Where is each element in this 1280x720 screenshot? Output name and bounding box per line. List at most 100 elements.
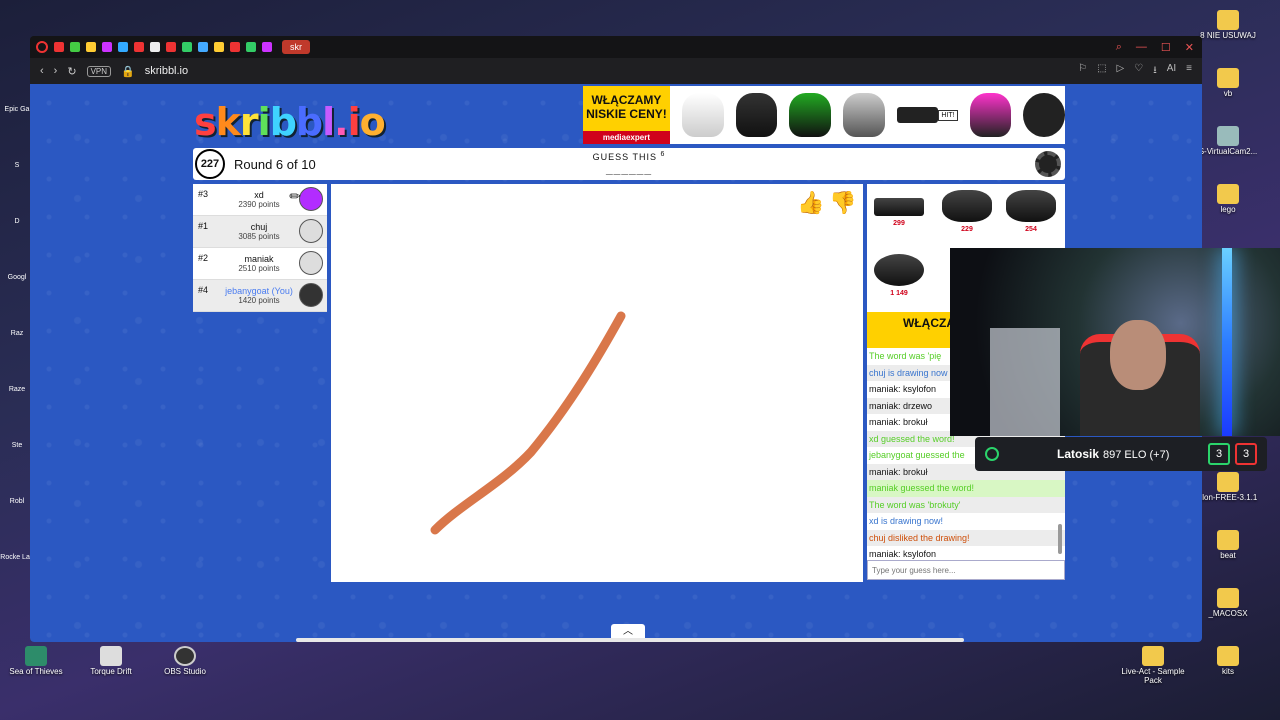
- back-icon[interactable]: ‹: [40, 65, 44, 77]
- ad-product: 1 149: [871, 254, 927, 297]
- tab-favicon-icon[interactable]: [182, 42, 192, 52]
- ad-badge-text: WŁĄCZAMY NISKIE CENY!: [586, 93, 667, 121]
- url-field[interactable]: skribbl.io: [145, 65, 188, 77]
- ai-button[interactable]: AI: [1167, 63, 1176, 80]
- player-avatar: [299, 219, 323, 243]
- tab-skribbl[interactable]: skr: [282, 40, 310, 54]
- chat-scrollbar[interactable]: [1058, 524, 1062, 554]
- menu-icon[interactable]: ≡: [1186, 63, 1192, 80]
- search-icon[interactable]: ⌕: [1116, 41, 1122, 54]
- desktop-icon-torque-drift[interactable]: Torque Drift: [81, 646, 141, 677]
- thumbs-down-icon[interactable]: 👎: [829, 190, 856, 216]
- chat-message: xd is drawing now!: [869, 516, 944, 526]
- desktop-left-label[interactable]: Epic Ga: [0, 80, 34, 136]
- tab-favicon-icon[interactable]: [198, 42, 208, 52]
- bookmark-icon[interactable]: ⚐: [1078, 63, 1087, 80]
- tab-favicon-icon[interactable]: [214, 42, 224, 52]
- tab-favicon-icon[interactable]: [246, 42, 256, 52]
- webcam-shelf: [990, 328, 1060, 436]
- player-row[interactable]: #3 xd 2390 points ✏: [193, 184, 327, 216]
- tab-favicon-icon[interactable]: [102, 42, 112, 52]
- elo-value: 897 ELO (+7): [1103, 449, 1170, 461]
- tab-favicon-icon[interactable]: [166, 42, 176, 52]
- vpn-badge[interactable]: VPN: [86, 65, 112, 77]
- address-bar: ‹ › ↻ VPN 🔒 skribbl.io ⚐ ⬚ ▷ ♡ ⭳ AI ≡: [30, 58, 1202, 84]
- desktop-left-label[interactable]: Robl: [0, 472, 34, 528]
- minimize-icon[interactable]: —: [1136, 41, 1147, 54]
- player-points: 1420 points: [238, 296, 280, 305]
- close-icon[interactable]: ✕: [1185, 41, 1194, 54]
- desktop-icon-virtualcam[interactable]: S-VirtualCam2...: [1198, 126, 1258, 157]
- desktop-left-label[interactable]: Googl: [0, 248, 34, 304]
- desktop-icon-kits[interactable]: kits: [1198, 646, 1258, 677]
- tab-favicon-icon[interactable]: [54, 42, 64, 52]
- webcam-overlay: [950, 248, 1280, 436]
- desktop-icon-vb[interactable]: vb: [1198, 68, 1258, 99]
- desktop-icon-label: lego: [1220, 205, 1236, 214]
- guess-input[interactable]: [867, 560, 1065, 580]
- tab-favicon-icon[interactable]: [86, 42, 96, 52]
- tab-favicon-icon[interactable]: [230, 42, 240, 52]
- download-icon[interactable]: ⭳: [1153, 63, 1157, 80]
- ad-product: 229: [939, 190, 995, 233]
- bottom-scrollbar[interactable]: [296, 638, 964, 642]
- player-avatar: [299, 187, 323, 211]
- player-row[interactable]: #4 jebanygoat (You) 1420 points: [193, 280, 327, 312]
- thumbs-up-icon[interactable]: 👍: [797, 190, 824, 216]
- elo-icon: [985, 447, 999, 461]
- desktop-icon-label: Sea of Thieves: [9, 667, 63, 676]
- desktop-icon-live-act[interactable]: Live-Act - Sample Pack: [1118, 646, 1188, 686]
- logo-letter: b: [295, 100, 323, 144]
- logo-letter: i: [257, 100, 271, 144]
- folder-icon: [1217, 472, 1239, 492]
- desktop-icon-nie-usuwaj[interactable]: 8 NIE USUWAJ: [1198, 10, 1258, 41]
- forward-icon[interactable]: ›: [54, 65, 58, 77]
- tab-favicon-icon[interactable]: [70, 42, 80, 52]
- player-row[interactable]: #2 maniak 2510 points: [193, 248, 327, 280]
- tab-favicon-icon[interactable]: [150, 42, 160, 52]
- desktop-left-label[interactable]: S: [0, 136, 34, 192]
- settings-gear-icon[interactable]: [1035, 151, 1061, 177]
- desktop-left-label[interactable]: Rocke Lau: [0, 528, 34, 584]
- maximize-icon[interactable]: ☐: [1161, 41, 1171, 54]
- drawing-stroke: [430, 311, 626, 535]
- desktop-icon-label: beat: [1220, 551, 1236, 560]
- ad-brand: mediaexpert: [583, 130, 670, 144]
- screenshot-icon[interactable]: ⬚: [1097, 63, 1106, 80]
- folder-icon: [1217, 646, 1239, 666]
- desktop-icon-illon[interactable]: illon-FREE-3.1.1: [1198, 472, 1258, 503]
- elo-widget: Latosik 897 ELO (+7) 3 3: [975, 437, 1267, 471]
- desktop-icon-obs[interactable]: OBS Studio: [155, 646, 215, 677]
- tab-favicon-icon[interactable]: [118, 42, 128, 52]
- desktop-icon-beat[interactable]: beat: [1198, 530, 1258, 561]
- top-ad-banner[interactable]: WŁĄCZAMY NISKIE CENY! mediaexpert HIT!: [583, 86, 1066, 144]
- play-icon[interactable]: ▷: [1117, 63, 1125, 80]
- ad-price: 254: [1025, 226, 1037, 233]
- tab-favicon-icon[interactable]: [262, 42, 272, 52]
- lock-icon: 🔒: [121, 65, 135, 78]
- desktop-icon-macosx[interactable]: _MACOSX: [1198, 588, 1258, 619]
- desktop-left-label[interactable]: Ste: [0, 416, 34, 472]
- opera-logo-icon[interactable]: [36, 41, 48, 53]
- logo-letter: .: [334, 100, 348, 144]
- desktop-icon-sea-of-thieves[interactable]: Sea of Thieves: [6, 646, 66, 677]
- skribbl-logo[interactable]: skribbl.io: [194, 100, 386, 144]
- desktop-left-label[interactable]: Raz: [0, 304, 34, 360]
- reload-icon[interactable]: ↻: [67, 65, 76, 78]
- game-top-bar: 227 Round 6 of 10 GUESS THIS 6 ______: [193, 148, 1065, 180]
- heart-icon[interactable]: ♡: [1134, 63, 1143, 80]
- player-avatar: [299, 283, 323, 307]
- tab-favicon-icon[interactable]: [134, 42, 144, 52]
- obs-icon: [174, 646, 196, 666]
- folder-icon: [1217, 588, 1239, 608]
- desktop-left-label[interactable]: D: [0, 192, 34, 248]
- player-points: 3085 points: [238, 232, 280, 241]
- drawing-canvas[interactable]: 👍 👎: [331, 184, 863, 582]
- desktop-icon-lego[interactable]: lego: [1198, 184, 1258, 215]
- player-row[interactable]: #1 chuj 3085 points: [193, 216, 327, 248]
- desktop-left-label[interactable]: Raze: [0, 360, 34, 416]
- chat-message: The word was 'brokuty': [867, 496, 1065, 513]
- player-name: chuj: [250, 222, 268, 232]
- streamer-name-text: Latosik: [1057, 447, 1100, 461]
- logo-letter: r: [239, 100, 259, 144]
